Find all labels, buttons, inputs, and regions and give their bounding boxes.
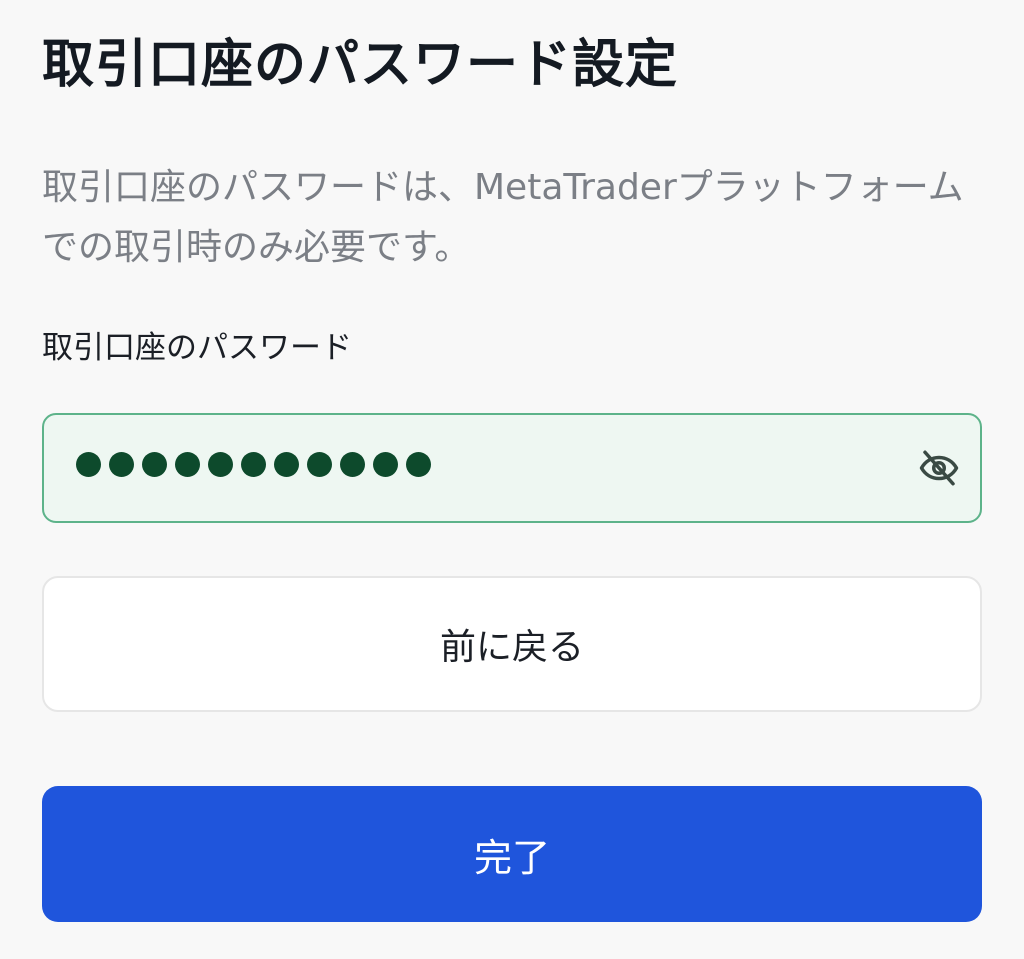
back-button[interactable]: 前に戻る (42, 576, 982, 712)
password-dot (142, 452, 167, 477)
password-dot (340, 452, 365, 477)
password-input[interactable] (42, 413, 982, 523)
password-dot (208, 452, 233, 477)
password-dot (109, 452, 134, 477)
done-button[interactable]: 完了 (42, 786, 982, 922)
eye-off-icon (919, 450, 959, 486)
page-title: 取引口座のパスワード設定 (42, 35, 679, 95)
password-dot (373, 452, 398, 477)
password-dot (307, 452, 332, 477)
password-field-label: 取引口座のパスワード (42, 330, 352, 366)
password-dot (175, 452, 200, 477)
password-dot (406, 452, 431, 477)
password-dot (274, 452, 299, 477)
password-dot (241, 452, 266, 477)
toggle-password-visibility-button[interactable] (916, 445, 962, 491)
password-dot (76, 452, 101, 477)
description-text: 取引口座のパスワードは、MetaTraderプラットフォームでの取引時のみ必要で… (42, 167, 964, 268)
password-setup-page: 取引口座のパスワード設定 取引口座のパスワードは、MetaTraderプラットフ… (0, 0, 1024, 959)
password-masked-value (76, 452, 431, 477)
